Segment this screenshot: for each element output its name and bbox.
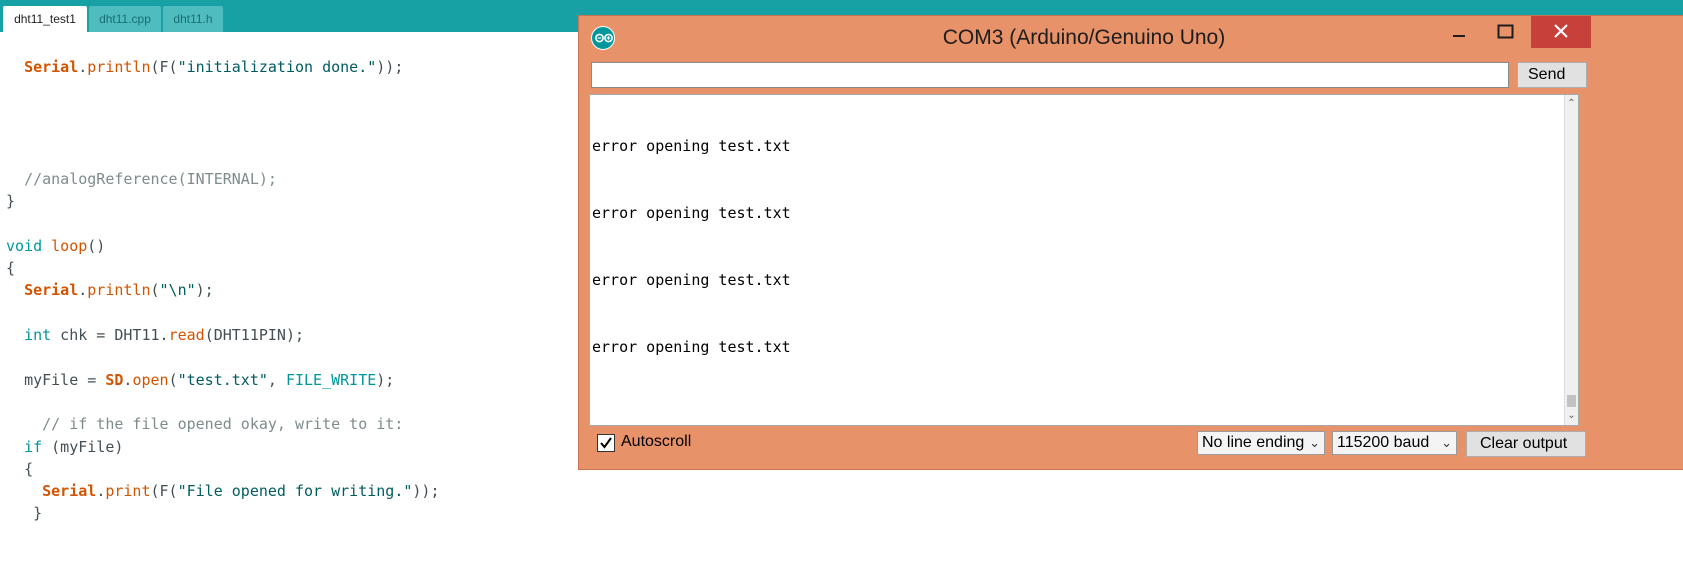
output-line: error opening test.txt <box>592 137 791 155</box>
minimize-button[interactable] <box>1436 16 1482 48</box>
code-token: { <box>6 259 16 277</box>
maximize-button[interactable] <box>1482 16 1528 48</box>
code-line: { <box>6 458 33 480</box>
code-token: . <box>78 281 88 299</box>
line-ending-value: No line ending <box>1202 434 1305 451</box>
autoscroll-checkbox[interactable] <box>597 434 615 452</box>
output-line: error opening test.txt <box>592 271 791 289</box>
scroll-down-icon[interactable]: ⌄ <box>1565 409 1578 423</box>
close-icon <box>1554 24 1568 38</box>
tab-dht11-h[interactable]: dht11.h <box>163 6 223 32</box>
code-line: } <box>6 502 42 524</box>
code-token: "File opened for writing." <box>177 482 413 500</box>
tab-dht11-test1[interactable]: dht11_test1 <box>3 6 87 32</box>
output-line: error opening test.txt <box>592 338 791 356</box>
line-ending-select[interactable]: No line ending ⌄ <box>1197 431 1325 455</box>
code-token: "initialization done." <box>177 58 377 76</box>
serial-monitor-window: COM3 (Arduino/Genuino Uno) Send error op… <box>578 15 1683 470</box>
code-line: Serial.print(F("File opened for writing.… <box>6 480 440 502</box>
code-token: // if the file opened okay, write to it: <box>42 415 404 433</box>
code-token: Serial <box>42 482 97 500</box>
checkmark-icon <box>600 437 612 449</box>
code-token: } <box>33 504 43 522</box>
code-token: myFile = <box>24 371 106 389</box>
code-token: () <box>87 237 106 255</box>
code-line: void loop() <box>6 235 105 257</box>
code-token: "\n" <box>159 281 196 299</box>
code-token: open <box>132 371 169 389</box>
code-token: SD <box>105 371 124 389</box>
code-token: ); <box>195 281 214 299</box>
vertical-scrollbar[interactable]: ⌃ ⌄ <box>1564 95 1578 425</box>
autoscroll-label: Autoscroll <box>621 433 692 450</box>
code-token: , <box>267 371 286 389</box>
code-token: . <box>78 58 88 76</box>
code-token: int <box>24 326 52 344</box>
code-line: // if the file opened okay, write to it: <box>6 413 403 435</box>
code-token: (myFile) <box>42 438 124 456</box>
code-token: println <box>87 281 151 299</box>
code-token: print <box>105 482 151 500</box>
code-line: { <box>6 257 15 279</box>
chevron-down-icon: ⌄ <box>1441 435 1452 450</box>
serial-input[interactable] <box>591 62 1509 88</box>
code-token: ( <box>168 371 178 389</box>
code-token: "test.txt" <box>177 371 268 389</box>
code-line: myFile = SD.open("test.txt", FILE_WRITE)… <box>6 369 394 391</box>
code-token: void <box>6 237 43 255</box>
code-token: { <box>24 460 34 478</box>
code-token: (DHT11PIN); <box>204 326 305 344</box>
clear-output-button[interactable]: Clear output <box>1466 431 1586 457</box>
chevron-down-icon: ⌄ <box>1309 435 1320 450</box>
code-token: Serial <box>24 58 79 76</box>
code-token: FILE_WRITE <box>285 371 377 389</box>
code-token: if <box>24 438 43 456</box>
serial-output[interactable]: error opening test.txt error opening tes… <box>589 94 1579 426</box>
code-token: } <box>6 192 16 210</box>
code-line: //analogReference(INTERNAL); <box>6 168 277 190</box>
code-token: loop <box>51 237 88 255</box>
send-button[interactable]: Send <box>1517 62 1587 88</box>
output-line: error opening test.txt <box>592 204 791 222</box>
code-token: println <box>87 58 151 76</box>
baud-rate-select[interactable]: 115200 baud ⌄ <box>1332 431 1457 455</box>
code-token: )); <box>412 482 440 500</box>
send-row: Send <box>591 62 1591 90</box>
code-token: )); <box>376 58 404 76</box>
code-token: . <box>96 482 106 500</box>
close-button[interactable] <box>1531 16 1591 48</box>
code-line: Serial.println(F("initialization done.")… <box>6 56 403 78</box>
minimize-icon <box>1453 35 1465 37</box>
code-token: ); <box>376 371 395 389</box>
code-token: (F( <box>150 58 178 76</box>
code-line: } <box>6 190 15 212</box>
scroll-thumb[interactable] <box>1567 395 1576 407</box>
code-line: if (myFile) <box>6 436 123 458</box>
bottom-controls: Autoscroll No line ending ⌄ 115200 baud … <box>591 429 1591 459</box>
code-token: (F( <box>150 482 178 500</box>
code-token: ( <box>150 281 160 299</box>
tab-dht11-cpp[interactable]: dht11.cpp <box>89 6 161 32</box>
code-token: Serial <box>24 281 79 299</box>
code-token: chk = DHT11. <box>51 326 169 344</box>
baud-rate-value: 115200 baud <box>1337 434 1430 451</box>
code-token: //analogReference(INTERNAL); <box>24 170 277 188</box>
code-line: Serial.println("\n"); <box>6 279 214 301</box>
scroll-up-icon[interactable]: ⌃ <box>1565 97 1578 111</box>
maximize-icon <box>1497 24 1514 39</box>
code-line: int chk = DHT11.read(DHT11PIN); <box>6 324 304 346</box>
window-titlebar[interactable]: COM3 (Arduino/Genuino Uno) <box>579 16 1683 60</box>
code-token: read <box>168 326 205 344</box>
